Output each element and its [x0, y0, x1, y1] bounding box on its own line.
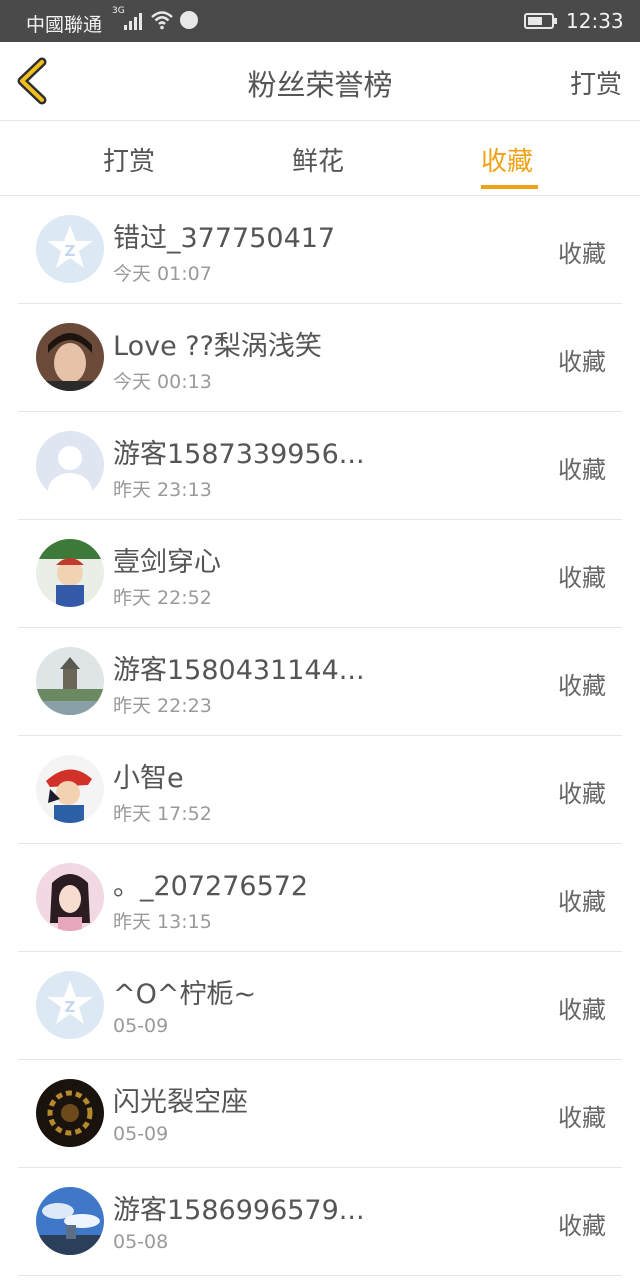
user-name: 错过_377750417 [113, 223, 336, 254]
fan-list: Z 错过_377750417 今天 01:07 收藏 Love ??梨涡浅笑 今… [0, 196, 640, 1276]
favorite-label[interactable]: 收藏 [558, 774, 606, 809]
timestamp: 05-09 [113, 1015, 169, 1037]
page-title: 粉丝荣誉榜 [247, 68, 393, 102]
reward-button[interactable]: 打赏 [570, 64, 622, 101]
avatar: Z [36, 971, 104, 1039]
favorite-label[interactable]: 收藏 [558, 342, 606, 377]
tab-favorites[interactable]: 收藏 [481, 141, 533, 178]
list-item[interactable]: Z 错过_377750417 今天 01:07 收藏 [18, 196, 622, 304]
user-name: ^O^柠栀~ [113, 979, 257, 1010]
user-name: 壹剑穿心 [113, 547, 221, 578]
avatar [36, 863, 104, 931]
list-item[interactable]: 。_207276572 昨天 13:15 收藏 [18, 844, 622, 952]
favorite-label[interactable]: 收藏 [558, 990, 606, 1025]
avatar [36, 539, 104, 607]
list-item[interactable]: 游客1586996579... 05-08 收藏 [18, 1168, 622, 1276]
avatar [36, 1187, 104, 1255]
status-time: 12:33 [566, 9, 624, 33]
tab-bar: 打赏 鲜花 收藏 [0, 121, 640, 196]
favorite-label[interactable]: 收藏 [558, 882, 606, 917]
favorite-label[interactable]: 收藏 [558, 234, 606, 269]
carrier-label: 中國聯通 [26, 14, 103, 36]
battery-icon [524, 13, 557, 29]
avatar [36, 431, 104, 499]
user-name: 。_207276572 [113, 871, 309, 902]
list-item[interactable]: 闪光裂空座 05-09 收藏 [18, 1060, 622, 1168]
avatar [36, 1079, 104, 1147]
timestamp: 昨天 13:15 [113, 911, 212, 933]
user-name: 小智e [113, 763, 184, 794]
nav-bar: 粉丝荣誉榜 打赏 [0, 42, 640, 121]
status-bar: 中國聯通 3G 12:33 [0, 0, 640, 42]
user-name: 游客1587339956... [113, 439, 365, 470]
globe-icon [180, 11, 198, 29]
favorite-label[interactable]: 收藏 [558, 1098, 606, 1133]
timestamp: 昨天 22:23 [113, 695, 212, 717]
active-tab-indicator [481, 185, 538, 189]
timestamp: 今天 00:13 [113, 371, 212, 393]
list-item[interactable]: 游客1580431144... 昨天 22:23 收藏 [18, 628, 622, 736]
svg-text:Z: Z [65, 242, 76, 260]
avatar [36, 755, 104, 823]
list-item[interactable]: 小智e 昨天 17:52 收藏 [18, 736, 622, 844]
list-item[interactable]: 壹剑穿心 昨天 22:52 收藏 [18, 520, 622, 628]
signal-icon [124, 12, 146, 30]
user-name: 游客1580431144... [113, 655, 365, 686]
user-name: 游客1586996579... [113, 1195, 365, 1226]
timestamp: 昨天 22:52 [113, 587, 212, 609]
list-item[interactable]: 游客1587339956... 昨天 23:13 收藏 [18, 412, 622, 520]
favorite-label[interactable]: 收藏 [558, 450, 606, 485]
user-name: Love ??梨涡浅笑 [113, 331, 322, 362]
network-type: 3G [112, 6, 125, 16]
favorite-label[interactable]: 收藏 [558, 1206, 606, 1241]
timestamp: 昨天 23:13 [113, 479, 212, 501]
avatar: Z [36, 215, 104, 283]
avatar [36, 323, 104, 391]
favorite-label[interactable]: 收藏 [558, 666, 606, 701]
timestamp: 05-08 [113, 1231, 169, 1253]
avatar [36, 647, 104, 715]
tab-reward[interactable]: 打赏 [103, 141, 155, 178]
list-item[interactable]: Z ^O^柠栀~ 05-09 收藏 [18, 952, 622, 1060]
svg-text:Z: Z [65, 998, 76, 1016]
timestamp: 05-09 [113, 1123, 169, 1145]
favorite-label[interactable]: 收藏 [558, 558, 606, 593]
list-item[interactable]: Love ??梨涡浅笑 今天 00:13 收藏 [18, 304, 622, 412]
tab-flowers[interactable]: 鲜花 [292, 141, 344, 178]
user-name: 闪光裂空座 [113, 1087, 248, 1118]
timestamp: 今天 01:07 [113, 263, 212, 285]
timestamp: 昨天 17:52 [113, 803, 212, 825]
wifi-icon [151, 11, 173, 30]
